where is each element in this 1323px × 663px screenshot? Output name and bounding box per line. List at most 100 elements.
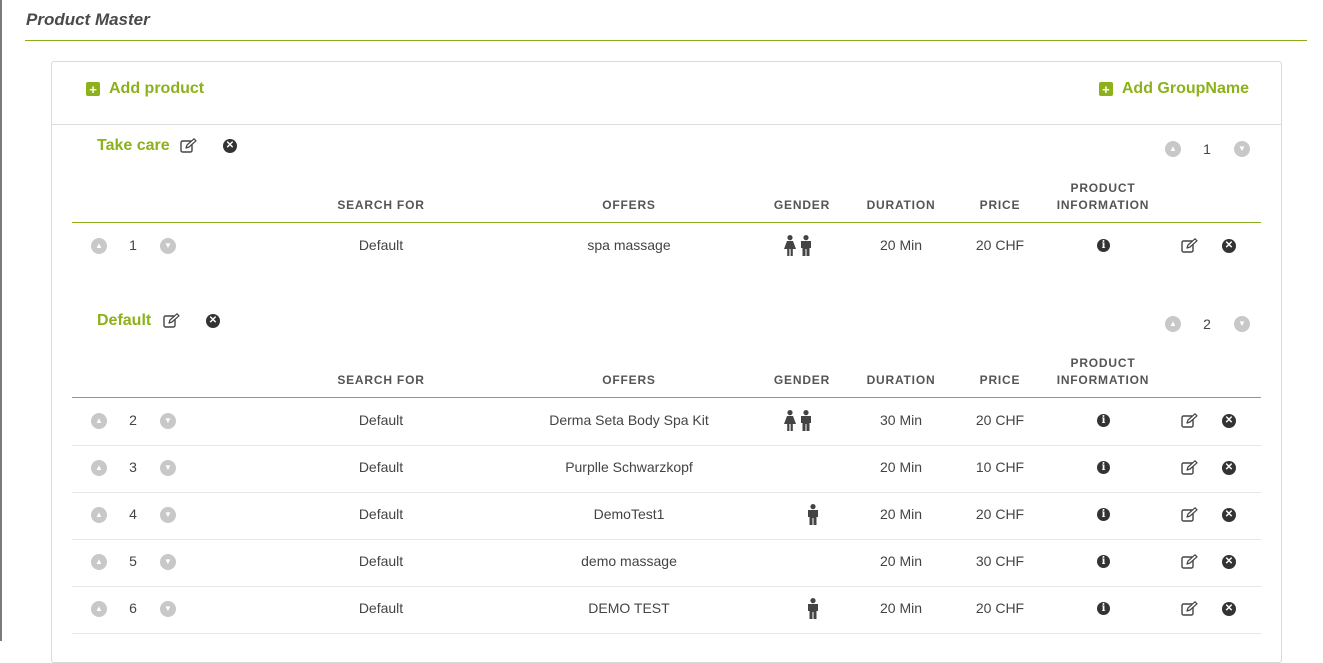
edit-row-icon[interactable] (1181, 460, 1198, 476)
edit-group-icon[interactable] (163, 313, 180, 329)
move-row-down-icon[interactable]: ▼ (160, 413, 176, 429)
delete-group-icon[interactable]: ✕ (223, 139, 237, 153)
gender-cell (806, 598, 820, 619)
edit-row-icon[interactable] (1181, 601, 1198, 617)
move-row-up-icon[interactable]: ▲ (91, 507, 107, 523)
info-icon[interactable]: i (1097, 414, 1110, 427)
move-row-up-icon[interactable]: ▲ (91, 413, 107, 429)
offer-cell: Derma Seta Body Spa Kit (549, 412, 709, 428)
column-header-product-information: INFORMATION (1056, 198, 1150, 212)
edit-group-icon[interactable] (180, 138, 197, 154)
row-divider (72, 492, 1261, 493)
add-product-label: Add product (109, 80, 205, 97)
row-order: 5 (129, 553, 137, 569)
move-row-up-icon[interactable]: ▲ (91, 238, 107, 254)
info-icon[interactable]: i (1097, 555, 1110, 568)
panel-header: + Add product + Add GroupName (52, 62, 1281, 125)
column-header-price: PRICE (979, 198, 1021, 212)
duration-cell: 20 Min (879, 553, 923, 569)
info-icon[interactable]: i (1097, 602, 1110, 615)
move-group-down-icon[interactable]: ▼ (1234, 316, 1250, 332)
row-order: 2 (129, 412, 137, 428)
price-cell: 20 CHF (975, 600, 1025, 616)
offer-cell: spa massage (587, 237, 671, 253)
group-name: Take care (97, 137, 170, 154)
row-divider (72, 539, 1261, 540)
move-row-down-icon[interactable]: ▼ (160, 554, 176, 570)
table-header-divider (72, 397, 1261, 398)
column-header-product-information: INFORMATION (1056, 373, 1150, 387)
info-icon[interactable]: i (1097, 508, 1110, 521)
price-cell: 10 CHF (975, 459, 1025, 475)
edit-row-icon[interactable] (1181, 413, 1198, 429)
title-divider (25, 40, 1307, 41)
add-groupname-button[interactable]: + Add GroupName (1098, 80, 1249, 98)
offer-cell: demo massage (581, 553, 677, 569)
duration-cell: 20 Min (879, 600, 923, 616)
duration-cell: 20 Min (879, 459, 923, 475)
search-for-cell: Default (358, 553, 404, 569)
page-title: Product Master (26, 10, 150, 29)
gender-cell (783, 410, 813, 431)
info-icon[interactable]: i (1097, 461, 1110, 474)
price-cell: 20 CHF (975, 237, 1025, 253)
male-icon (799, 410, 813, 431)
move-row-down-icon[interactable]: ▼ (160, 507, 176, 523)
add-product-button[interactable]: + Add product (86, 80, 204, 98)
delete-row-icon[interactable]: ✕ (1222, 239, 1236, 253)
delete-group-icon[interactable]: ✕ (206, 314, 220, 328)
move-row-up-icon[interactable]: ▲ (91, 460, 107, 476)
move-group-down-icon[interactable]: ▼ (1234, 141, 1250, 157)
row-order: 4 (129, 506, 137, 522)
move-row-up-icon[interactable]: ▲ (91, 601, 107, 617)
search-for-cell: Default (358, 412, 404, 428)
plus-square-icon: + (1098, 82, 1113, 96)
column-header-search-for: SEARCH FOR (337, 198, 425, 212)
price-cell: 20 CHF (975, 412, 1025, 428)
column-header-offers: OFFERS (602, 373, 656, 387)
column-header-gender: GENDER (773, 198, 831, 212)
window-left-border (0, 0, 2, 641)
delete-row-icon[interactable]: ✕ (1222, 508, 1236, 522)
offer-cell: DemoTest1 (593, 506, 665, 522)
price-cell: 30 CHF (975, 553, 1025, 569)
edit-row-icon[interactable] (1181, 554, 1198, 570)
male-icon (806, 598, 820, 619)
duration-cell: 30 Min (879, 412, 923, 428)
add-groupname-label: Add GroupName (1121, 80, 1249, 97)
female-icon (783, 410, 797, 431)
column-header-duration: DURATION (866, 198, 936, 212)
column-header-product-information: PRODUCT (1070, 181, 1136, 195)
move-row-down-icon[interactable]: ▼ (160, 238, 176, 254)
column-header-search-for: SEARCH FOR (337, 373, 425, 387)
delete-row-icon[interactable]: ✕ (1222, 461, 1236, 475)
move-row-down-icon[interactable]: ▼ (160, 601, 176, 617)
search-for-cell: Default (358, 459, 404, 475)
offer-cell: DEMO TEST (588, 600, 670, 616)
delete-row-icon[interactable]: ✕ (1222, 602, 1236, 616)
row-order: 3 (129, 459, 137, 475)
column-header-offers: OFFERS (602, 198, 656, 212)
delete-row-icon[interactable]: ✕ (1222, 414, 1236, 428)
search-for-cell: Default (358, 506, 404, 522)
column-header-gender: GENDER (773, 373, 831, 387)
female-icon (783, 235, 797, 256)
delete-row-icon[interactable]: ✕ (1222, 555, 1236, 569)
info-icon[interactable]: i (1097, 239, 1110, 252)
group-order: 2 (1203, 316, 1211, 332)
column-header-price: PRICE (979, 373, 1021, 387)
offer-cell: Purplle Schwarzkopf (565, 459, 693, 475)
column-header-product-information: PRODUCT (1070, 356, 1136, 370)
move-group-up-icon[interactable]: ▲ (1165, 316, 1181, 332)
male-icon (799, 235, 813, 256)
row-order: 6 (129, 600, 137, 616)
edit-row-icon[interactable] (1181, 507, 1198, 523)
row-divider (72, 633, 1261, 634)
move-group-up-icon[interactable]: ▲ (1165, 141, 1181, 157)
edit-row-icon[interactable] (1181, 238, 1198, 254)
group-order: 1 (1203, 141, 1211, 157)
search-for-cell: Default (358, 237, 404, 253)
table-header-divider (72, 222, 1261, 223)
move-row-up-icon[interactable]: ▲ (91, 554, 107, 570)
move-row-down-icon[interactable]: ▼ (160, 460, 176, 476)
